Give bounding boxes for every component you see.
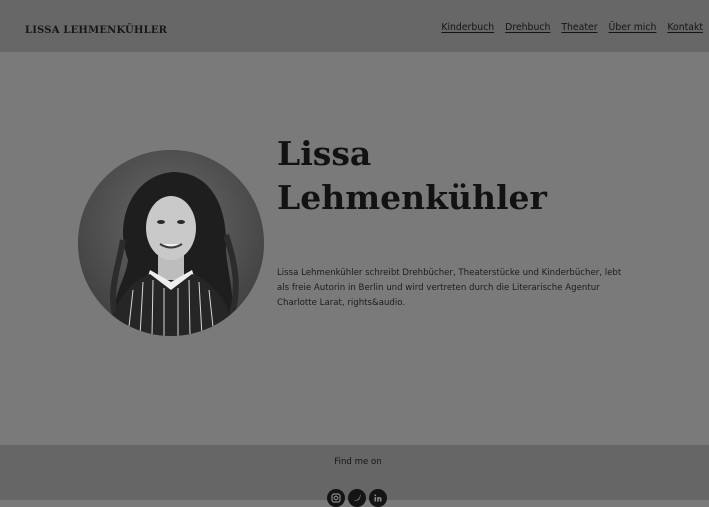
linkedin-icon[interactable] — [369, 489, 387, 507]
main-nav: Kinderbuch Drehbuch Theater Über mich Ko… — [430, 22, 703, 33]
site-footer: Find me on — [0, 445, 709, 507]
bio-text: Lissa Lehmenkühler schreibt Drehbücher, … — [277, 268, 622, 308]
hero-section: Lissa Lehmenkühler Lissa Lehmenkühler sc… — [0, 52, 709, 445]
title-line-last-name: Lehmenkühler — [277, 178, 547, 217]
nav-link-ueber-mich[interactable]: Über mich — [609, 22, 657, 33]
title-line-first-name: Lissa — [277, 134, 372, 173]
nav-link-drehbuch[interactable]: Drehbuch — [505, 22, 550, 33]
page-title: Lissa Lehmenkühler — [277, 132, 617, 220]
find-me-label: Find me on — [334, 457, 382, 467]
nav-link-theater[interactable]: Theater — [561, 22, 597, 33]
social-links — [327, 489, 387, 507]
nav-link-kinderbuch[interactable]: Kinderbuch — [441, 22, 494, 33]
site-header: LISSA LEHMENKÜHLER Kinderbuch Drehbuch T… — [0, 0, 709, 52]
nav-link-kontakt[interactable]: Kontakt — [667, 22, 703, 33]
twitter-icon[interactable] — [348, 489, 366, 507]
site-brand[interactable]: LISSA LEHMENKÜHLER — [25, 25, 167, 36]
portrait-photo — [78, 150, 264, 336]
instagram-icon[interactable] — [327, 489, 345, 507]
